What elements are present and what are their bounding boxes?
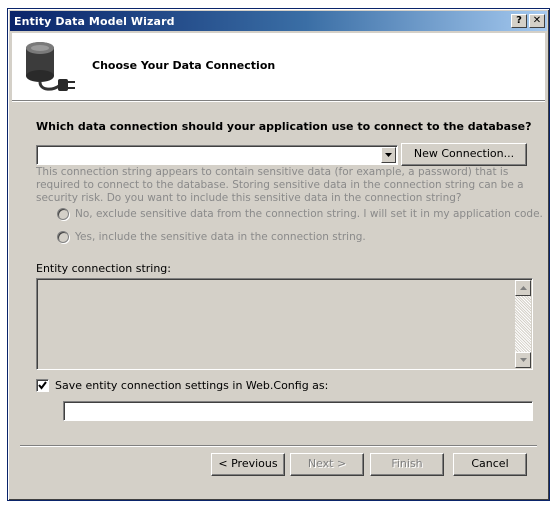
exclude-sensitive-label: No, exclude sensitive data from the conn… (75, 208, 543, 220)
window-title: Entity Data Model Wizard (14, 14, 175, 28)
dropdown-arrow-icon[interactable] (381, 147, 396, 163)
cancel-button[interactable]: Cancel (453, 453, 527, 476)
save-settings-label: Save entity connection settings in Web.C… (55, 379, 329, 392)
wizard-header: Choose Your Data Connection (12, 33, 545, 101)
save-settings-checkbox-row[interactable]: Save entity connection settings in Web.C… (36, 379, 328, 392)
next-button[interactable]: Next > (290, 453, 364, 476)
close-button[interactable]: ✕ (529, 14, 545, 28)
previous-button[interactable]: < Previous (211, 453, 285, 476)
entity-connection-string-label: Entity connection string: (36, 262, 171, 275)
entity-connection-string-textarea[interactable] (36, 278, 533, 370)
data-connection-dropdown[interactable] (36, 145, 398, 165)
checkmark-icon (38, 381, 47, 390)
new-connection-button[interactable]: New Connection... (401, 143, 527, 166)
footer-divider (20, 445, 537, 447)
wizard-dialog: Entity Data Model Wizard ? ✕ Choose Your… (7, 8, 550, 501)
vertical-scrollbar[interactable] (515, 280, 531, 368)
scroll-up-icon[interactable] (515, 280, 531, 296)
web-config-name-input[interactable] (63, 401, 533, 421)
radio-button[interactable] (57, 208, 69, 220)
connection-question-label: Which data connection should your applic… (36, 120, 532, 133)
title-bar[interactable]: Entity Data Model Wizard ? ✕ (10, 11, 547, 31)
exclude-sensitive-radio[interactable]: No, exclude sensitive data from the conn… (57, 208, 543, 220)
scroll-down-icon[interactable] (515, 352, 531, 368)
save-settings-checkbox[interactable] (36, 379, 49, 392)
include-sensitive-label: Yes, include the sensitive data in the c… (75, 231, 366, 243)
radio-button[interactable] (57, 231, 69, 243)
database-plug-icon (26, 42, 75, 91)
finish-button[interactable]: Finish (370, 453, 444, 476)
sensitive-data-warning: This connection string appears to contai… (36, 166, 524, 204)
page-title: Choose Your Data Connection (92, 59, 276, 72)
include-sensitive-radio[interactable]: Yes, include the sensitive data in the c… (57, 231, 366, 243)
help-button[interactable]: ? (511, 14, 527, 28)
